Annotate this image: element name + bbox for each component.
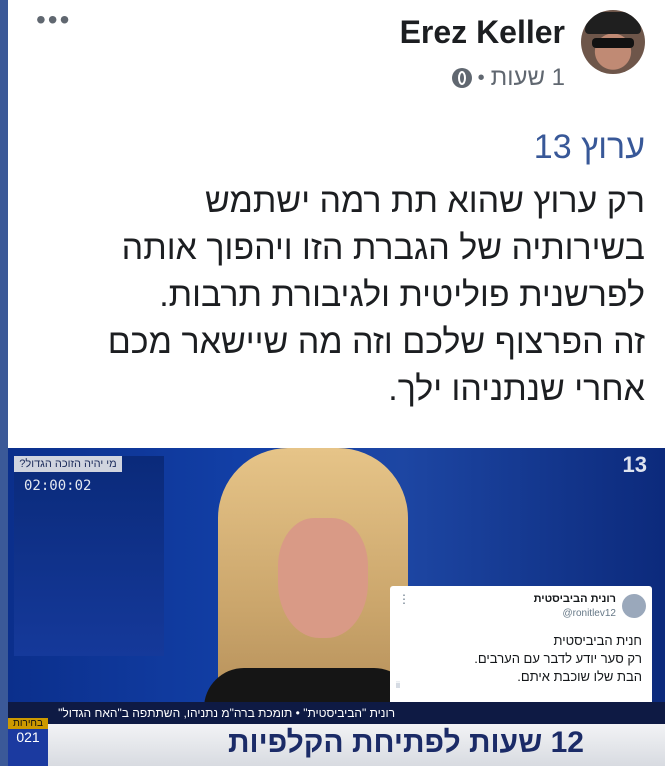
tweet-line: חנית הביביסטית (553, 633, 642, 648)
channel-logo-icon: 13 (622, 452, 647, 477)
author-name[interactable]: Erez Keller (400, 14, 565, 51)
ticker-side-label: בחירות 021 (8, 718, 48, 766)
tweet-author-name: רונית הביביסטית (533, 593, 616, 605)
tweet-card: רונית הביביסטית @ronitlev12 ⋮ חנית הביבי… (390, 586, 652, 710)
news-ticker-caption: רונית "הביביסטית" • תומכת ברה"מ נתניהו, … (8, 702, 665, 724)
more-options-icon[interactable]: ••• (36, 4, 71, 36)
news-headline-bar: 12 שעות לפתיחת הקלפיות (48, 724, 665, 766)
post-body-line: אחרי שנתניהו ילך. (388, 370, 645, 408)
post-image[interactable]: מי יהיה הזוכה הגדול? 02:00:02 13 רונית ה… (8, 448, 665, 766)
page-mention-link[interactable]: ערוץ 13 (534, 128, 645, 167)
tv-side-panel: מי יהיה הזוכה הגדול? 02:00:02 (14, 456, 164, 656)
post-body-line: לפרשנית פוליטית ולגיבורת תרבות. (159, 276, 645, 314)
tweet-text: חנית הביביסטית רק סער יודע לדבר עם הערבי… (402, 632, 642, 686)
person-face (278, 518, 368, 638)
ticker-side-bottom: 021 (16, 729, 40, 745)
overlay-timer: 02:00:02 (24, 478, 92, 494)
post-body-line: זה הפרצוף שלכם וזה מה שיישאר מכם (107, 323, 645, 361)
meta-separator: • (477, 66, 485, 89)
ticker-side-top: בחירות (8, 718, 48, 729)
tweet-more-icon: ⋮ (398, 592, 410, 606)
post-body: רק ערוץ שהוא תת רמה ישתמש בשירותיה של הג… (25, 178, 645, 413)
tweet-avatar (622, 594, 646, 618)
overlay-question: מי יהיה הזוכה הגדול? (14, 456, 122, 472)
news-headline: 12 שעות לפתיחת הקלפיות (228, 726, 584, 759)
tweet-tag: ii (396, 680, 400, 690)
post-body-line: בשירותיה של הגברת הזו ויהפוך אותה (121, 229, 645, 267)
tweet-handle: @ronitlev12 (562, 608, 616, 619)
post-body-line: רק ערוץ שהוא תת רמה ישתמש (205, 182, 645, 220)
avatar-cap (585, 12, 641, 34)
facebook-post: Erez Keller 1 שעות • ••• ערוץ 13 רק ערוץ… (8, 0, 665, 448)
post-time[interactable]: 1 שעות (491, 64, 565, 92)
author-avatar[interactable] (581, 10, 645, 74)
globe-icon[interactable] (451, 68, 472, 88)
avatar-sunglasses (592, 38, 634, 48)
post-meta: 1 שעות • (451, 64, 565, 92)
tweet-line: הבת שלו שוכבת איתם. (517, 669, 642, 684)
tweet-line: רק סער יודע לדבר עם הערבים. (474, 651, 642, 666)
ticker-caption-text: רונית "הביביסטית" • תומכת ברה"מ נתניהו, … (58, 706, 395, 720)
